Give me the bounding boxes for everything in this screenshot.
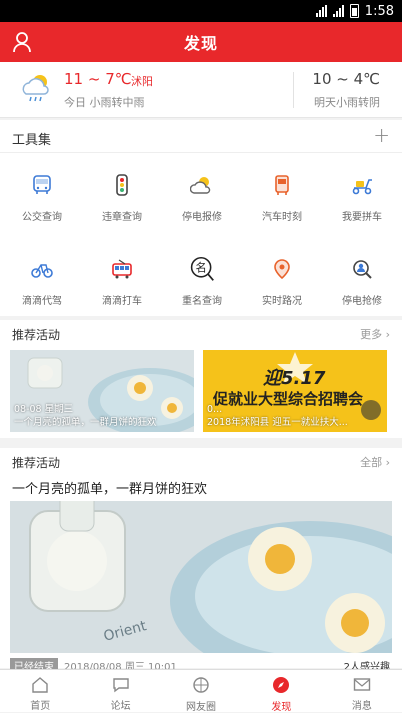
bottom-tab-bar: 首页 论坛 网友圈 发现 消息 bbox=[0, 669, 402, 713]
weather-panel[interactable]: 11 ~ 7℃ 沭阳 今日 小雨转中雨 10 ~ 4℃ 明天小雨转阴 bbox=[0, 62, 402, 118]
bicycle-icon bbox=[29, 256, 55, 282]
cell-signal-icon bbox=[332, 5, 344, 17]
activity-headline[interactable]: 一个月亮的孤单，一群月饼的狂欢 bbox=[12, 478, 207, 497]
magnifier-person-icon bbox=[349, 256, 375, 282]
scooter-icon bbox=[349, 172, 375, 198]
activity-detail-section: 推荐活动 全部 › 一个月亮的孤单，一群月饼的狂欢 Orient 已经结束 20… bbox=[0, 448, 402, 673]
activity-card[interactable]: 08-08 星期三 一个月亮的孤单，一群月饼的狂欢 bbox=[10, 350, 194, 432]
tab-forum[interactable]: 论坛 bbox=[80, 670, 160, 712]
banner-title: 促就业大型综合招聘会 bbox=[213, 390, 364, 408]
name-search-icon: 名 bbox=[189, 256, 215, 282]
tools-title: 工具集 bbox=[12, 133, 52, 148]
section-header: 推荐活动 全部 › bbox=[0, 448, 402, 474]
more-link[interactable]: 更多 › bbox=[360, 326, 390, 342]
section-header: 推荐活动 更多 › bbox=[0, 320, 402, 346]
section-title: 推荐活动 bbox=[12, 328, 61, 342]
weather-icon bbox=[189, 172, 215, 198]
tool-power-emergency[interactable]: 停电抢修 bbox=[322, 254, 402, 314]
tab-friends-circle[interactable]: 网友圈 bbox=[161, 670, 241, 713]
tram-icon bbox=[109, 256, 135, 282]
tool-didi-driver[interactable]: 滴滴代驾 bbox=[2, 254, 82, 314]
recommended-activities-section: 推荐活动 更多 › 08-08 星期三 一个月亮的孤单，一群月饼的狂欢 迎5.1… bbox=[0, 320, 402, 438]
mail-icon bbox=[352, 676, 372, 693]
top-header: 发现 bbox=[0, 22, 402, 62]
tool-name-search[interactable]: 名 重名查询 bbox=[162, 254, 242, 314]
tomorrow-temperature: 10 ~ 4℃ bbox=[312, 70, 380, 88]
city-name: 沭阳 bbox=[131, 75, 153, 88]
today-temperature: 11 ~ 7℃ bbox=[64, 70, 132, 88]
chat-bubble-icon bbox=[111, 676, 131, 693]
tab-discover[interactable]: 发现 bbox=[241, 670, 321, 713]
divider bbox=[0, 152, 402, 153]
traffic-light-icon bbox=[109, 172, 135, 198]
banner-subtitle: 迎5.17 bbox=[263, 368, 326, 389]
section-title: 推荐活动 bbox=[12, 456, 61, 470]
bus-icon bbox=[29, 172, 55, 198]
weather-divider bbox=[293, 72, 294, 108]
rain-cloud-icon bbox=[22, 75, 49, 102]
page-title: 发现 bbox=[183, 34, 218, 53]
tool-bus-query[interactable]: 公交查询 bbox=[2, 170, 82, 230]
tool-didi-taxi[interactable]: 滴滴打车 bbox=[82, 254, 162, 314]
card-date: 08-08 星期三 bbox=[14, 404, 74, 415]
clock: 1:58 bbox=[364, 3, 394, 19]
battery-icon bbox=[349, 4, 359, 18]
tool-carpool[interactable]: 我要拼车 bbox=[322, 170, 402, 230]
card-caption: 一个月亮的孤单，一群月饼的狂欢 bbox=[14, 417, 157, 428]
tomorrow-forecast: 明天小雨转阴 bbox=[314, 96, 380, 109]
today-forecast: 今日 小雨转中雨 bbox=[64, 96, 145, 109]
tool-violation-query[interactable]: 违章查询 bbox=[82, 170, 162, 230]
tool-power-repair[interactable]: 停电报修 bbox=[162, 170, 242, 230]
wifi-signal-icon bbox=[315, 5, 327, 17]
add-tool-button[interactable]: + bbox=[373, 123, 390, 147]
home-icon bbox=[30, 676, 50, 693]
all-link[interactable]: 全部 › bbox=[360, 454, 390, 470]
activity-card[interactable]: 迎5.17 促就业大型综合招聘会 0... 2018年沭阳县 迎五一就业扶大..… bbox=[203, 350, 387, 432]
activity-image[interactable]: Orient bbox=[10, 501, 392, 653]
camera-lens-icon bbox=[191, 676, 211, 694]
tool-coach-schedule[interactable]: 汽车时刻 bbox=[242, 170, 322, 230]
user-profile-icon[interactable] bbox=[12, 31, 32, 53]
compass-icon bbox=[271, 676, 291, 694]
coach-icon bbox=[269, 172, 295, 198]
svg-text:名: 名 bbox=[196, 261, 207, 275]
location-pin-icon bbox=[269, 256, 295, 282]
status-bar: 1:58 bbox=[0, 0, 402, 22]
card-caption: 2018年沭阳县 迎五一就业扶大... bbox=[207, 417, 348, 428]
tool-live-traffic[interactable]: 实时路况 bbox=[242, 254, 322, 314]
tab-messages[interactable]: 消息 bbox=[322, 670, 402, 712]
tools-section: 工具集 + 公交查询 违章查询 停电报修 汽车时刻 我要拼车 滴滴代驾 滴滴打车… bbox=[0, 120, 402, 316]
tab-home[interactable]: 首页 bbox=[0, 670, 80, 712]
